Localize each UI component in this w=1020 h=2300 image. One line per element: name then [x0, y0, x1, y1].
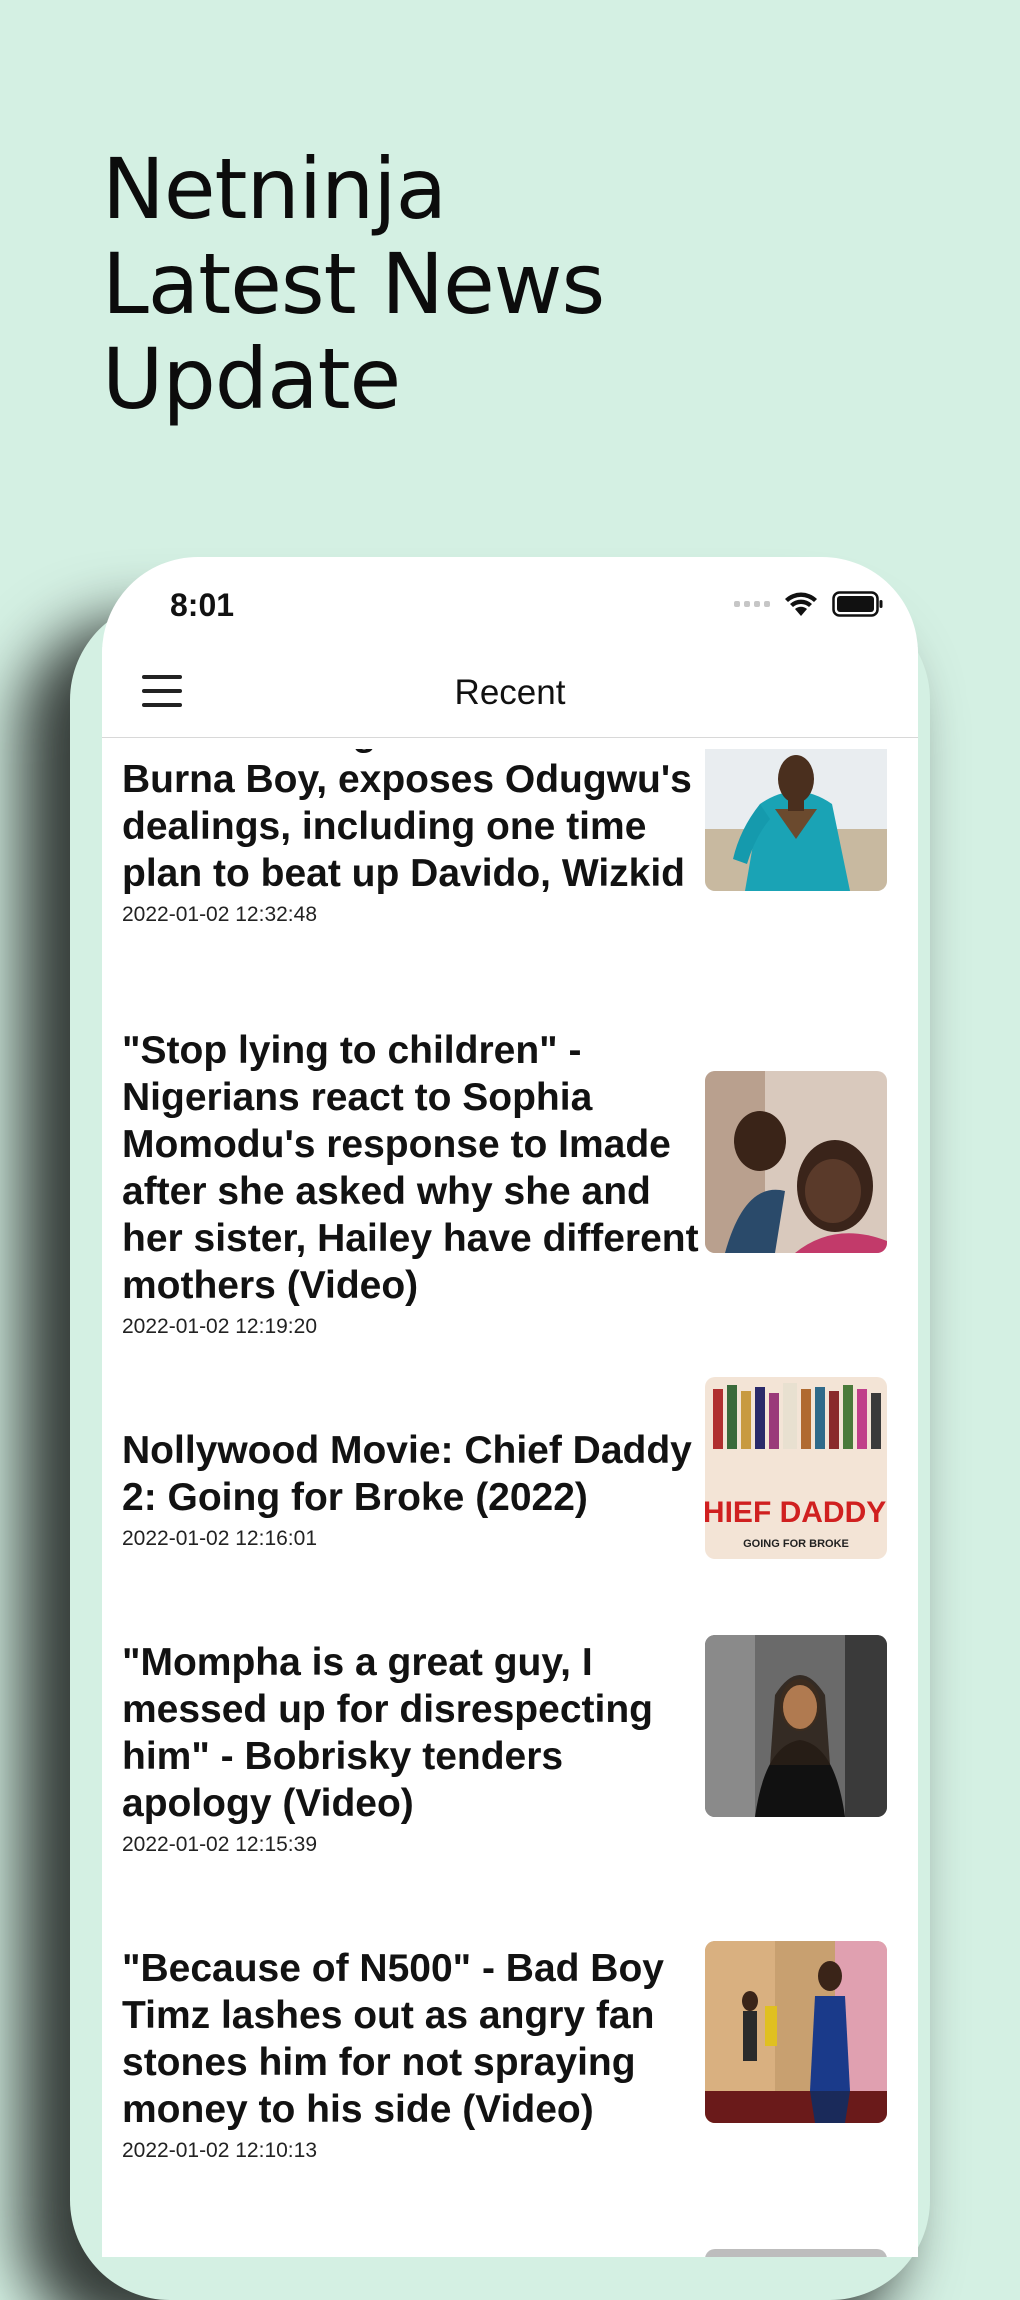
battery-icon	[832, 591, 883, 617]
news-thumbnail[interactable]	[705, 1635, 887, 1817]
news-item-title[interactable]: "Stop lying to children" - Nigerians rea…	[122, 1027, 712, 1309]
news-item-title[interactable]: "Because of N500" - Bad Boy Timz lashes …	[122, 1945, 712, 2133]
promo-line-3: Update	[102, 330, 401, 428]
poster-title: CHIEF DADDY 2	[705, 1496, 887, 1529]
news-item-title[interactable]: Nollywood Movie: Chief Daddy 2: Going fo…	[122, 1427, 712, 1521]
news-feed[interactable]: Shatta Wale goes berserk on Burna Boy, e…	[102, 749, 918, 2257]
phone-frame: 8:01 Recent Shatta Wale goes berserk on …	[102, 557, 918, 2257]
news-item-date: 2022-01-02 12:32:48	[122, 903, 317, 926]
poster-subtitle: GOING FOR BROKE	[743, 1538, 849, 1550]
status-bar: 8:01	[102, 557, 918, 647]
news-item-date: 2022-01-02 12:10:13	[122, 2139, 317, 2162]
nav-bar: Recent	[102, 647, 918, 738]
cellular-signal-icon	[734, 601, 770, 607]
status-icons	[734, 591, 884, 617]
news-item-date: 2022-01-02 12:19:20	[122, 1315, 317, 1338]
news-item-title[interactable]: "Mompha is a great guy, I messed up for …	[122, 1639, 712, 1827]
news-item-title[interactable]: Shatta Wale goes berserk on Burna Boy, e…	[122, 749, 712, 897]
news-thumbnail[interactable]	[705, 749, 887, 891]
news-item-date: 2022-01-02 12:15:39	[122, 1833, 317, 1856]
news-thumbnail[interactable]	[705, 1071, 887, 1253]
news-thumbnail[interactable]: CHIEF DADDY 2 GOING FOR BROKE	[705, 1377, 887, 1559]
news-thumbnail[interactable]	[705, 2249, 887, 2257]
wifi-icon	[785, 592, 817, 616]
promo-line-1: Netninja	[102, 140, 447, 238]
promo-headline: Netninja Latest News Update	[102, 142, 902, 427]
news-thumbnail[interactable]	[705, 1941, 887, 2123]
status-time: 8:01	[170, 587, 235, 623]
promo-line-2: Latest News	[102, 235, 605, 333]
nav-title: Recent	[454, 673, 566, 712]
